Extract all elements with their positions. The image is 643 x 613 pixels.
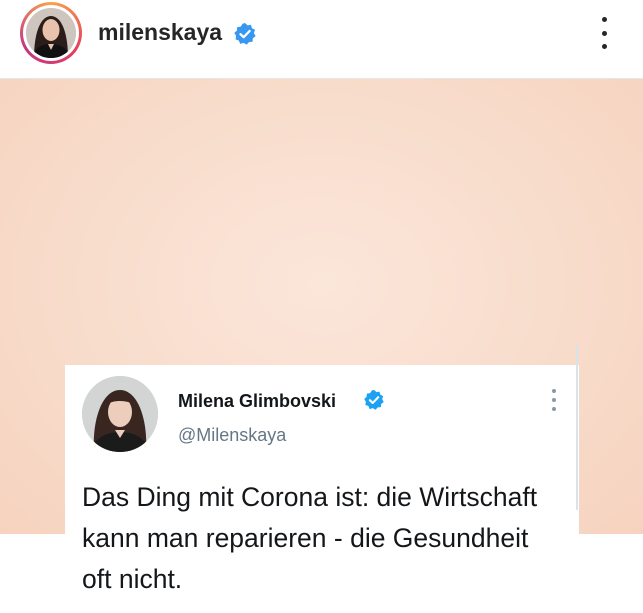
verified-badge-icon xyxy=(364,389,384,410)
verified-badge-icon xyxy=(234,23,256,45)
tweet-avatar xyxy=(82,376,158,452)
post-image[interactable]: Milena Glimbovski @Milenskaya Das Ding m… xyxy=(0,79,643,613)
tweet-more-icon xyxy=(551,389,557,411)
tweet-display-name[interactable]: Milena Glimbovski xyxy=(178,391,336,412)
tweet-handle[interactable]: @Milenskaya xyxy=(178,425,286,446)
avatar-photo xyxy=(26,8,76,58)
tweet-text: Das Ding mit Corona ist: die Wirtschaft … xyxy=(82,482,538,594)
more-options-button[interactable] xyxy=(594,16,614,50)
profile-avatar[interactable] xyxy=(20,2,82,64)
tweet-card: Milena Glimbovski @Milenskaya Das Ding m… xyxy=(65,365,579,613)
tweet-scrollbar xyxy=(576,345,578,510)
username-link[interactable]: milenskaya xyxy=(98,19,222,46)
post-header: milenskaya xyxy=(0,0,643,79)
